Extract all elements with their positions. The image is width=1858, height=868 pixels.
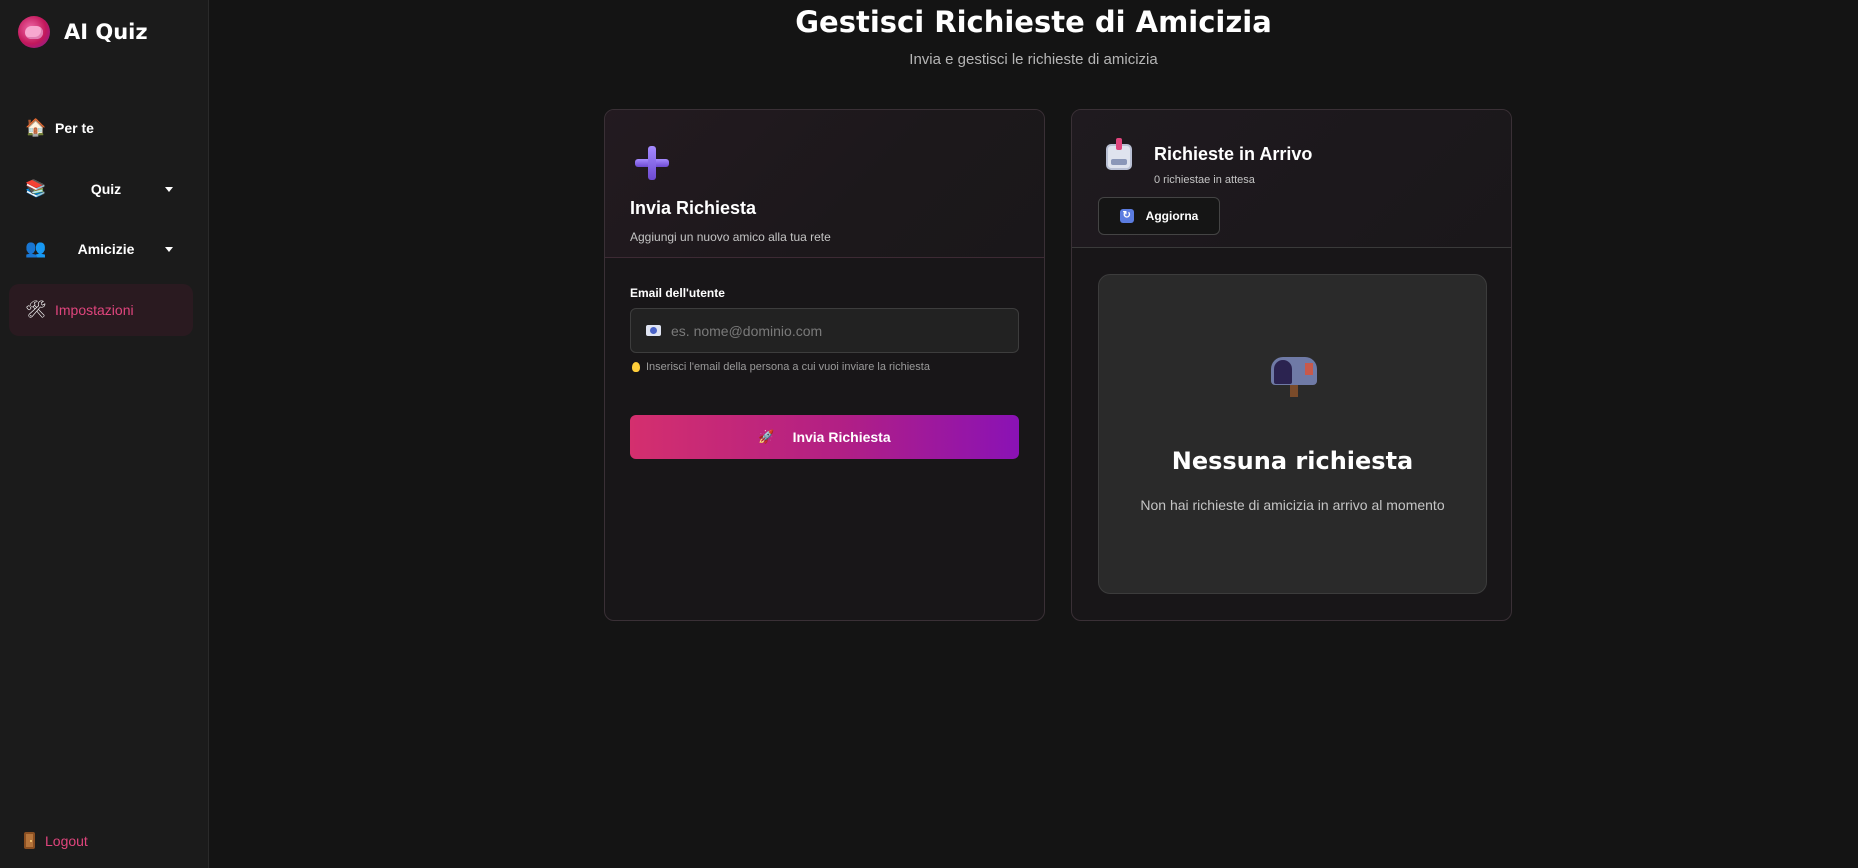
incoming-requests-title: Richieste in Arrivo (1154, 144, 1313, 164)
email-field-label: Email dell'utente (630, 286, 725, 300)
send-request-card: Invia Richiesta Aggiungi un nuovo amico … (604, 109, 1045, 621)
books-icon: 📚 (25, 179, 47, 198)
incoming-requests-card: Richieste in Arrivo 0 richiestae in atte… (1071, 109, 1512, 621)
send-request-button[interactable]: 🚀 Invia Richiesta (630, 415, 1019, 459)
tools-icon: 🛠 (25, 300, 47, 319)
caret-down-icon (165, 186, 173, 192)
sidebar-item-per-te[interactable]: 🏠 Per te (9, 102, 193, 154)
sidebar-item-label: Impostazioni (55, 302, 134, 318)
empty-state-title: Nessuna richiesta (1171, 447, 1414, 475)
app-title: AI Quiz (64, 20, 148, 44)
email-field-wrapper (630, 308, 1019, 353)
sidebar-item-impostazioni[interactable]: 🛠 Impostazioni (9, 284, 193, 336)
send-request-description: Aggiungi un nuovo amico alla tua rete (630, 230, 831, 244)
incoming-requests-header: Richieste in Arrivo 0 richiestae in atte… (1072, 110, 1511, 248)
logout-button[interactable]: Logout (24, 832, 88, 849)
sidebar-item-label: Amicizie (77, 241, 135, 257)
send-request-title: Invia Richiesta (630, 198, 757, 218)
people-icon: 👥 (25, 239, 47, 258)
sidebar-item-amicizie[interactable]: 👥 Amicizie (9, 223, 193, 275)
empty-state-description: Non hai richieste di amicizia in arrivo … (1140, 497, 1445, 513)
email-field[interactable] (671, 322, 1018, 339)
caret-down-icon (165, 246, 173, 252)
page-subtitle: Invia e gestisci le richieste di amicizi… (909, 51, 1158, 68)
brain-icon (18, 16, 50, 48)
door-icon (24, 832, 35, 849)
email-hint: Inserisci l'email della persona a cui vu… (632, 361, 930, 373)
brand[interactable]: AI Quiz (18, 16, 148, 48)
sidebar-item-label: Per te (55, 120, 94, 136)
id-card-icon (646, 325, 661, 336)
lightbulb-icon (632, 362, 640, 372)
inbox-tray-icon (1106, 138, 1132, 170)
pending-count: 0 richiestae in attesa (1154, 174, 1255, 186)
logout-label: Logout (45, 832, 88, 849)
refresh-icon: ↻ (1119, 209, 1134, 223)
sidebar: AI Quiz 🏠 Per te 📚 Quiz 👥 Amicizie 🛠 Imp… (0, 0, 209, 868)
rocket-icon: 🚀 (758, 429, 775, 444)
send-request-button-label: Invia Richiesta (792, 429, 891, 445)
plus-icon (635, 146, 669, 180)
sidebar-item-quiz[interactable]: 📚 Quiz (9, 163, 193, 215)
sidebar-item-label: Quiz (90, 181, 122, 197)
refresh-button-label: Aggiorna (1145, 209, 1199, 223)
refresh-button[interactable]: ↻ Aggiorna (1098, 197, 1220, 235)
empty-state: Nessuna richiesta Non hai richieste di a… (1098, 274, 1487, 594)
email-hint-text: Inserisci l'email della persona a cui vu… (646, 361, 930, 373)
send-request-card-header: Invia Richiesta Aggiungi un nuovo amico … (605, 110, 1044, 258)
mailbox-icon (1271, 357, 1317, 397)
page-title: Gestisci Richieste di Amicizia (795, 5, 1272, 39)
house-icon: 🏠 (25, 118, 47, 137)
